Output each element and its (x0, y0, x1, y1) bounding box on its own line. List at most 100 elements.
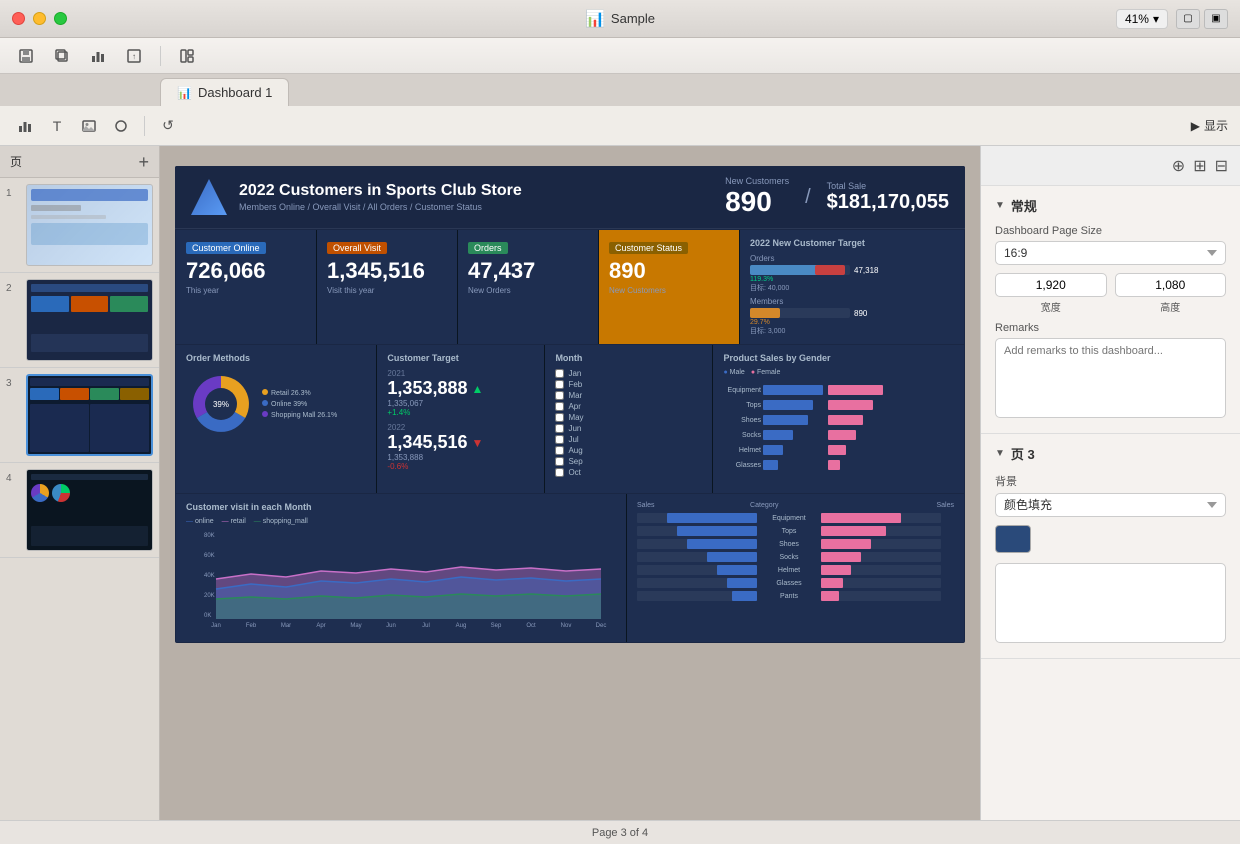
page-item-1[interactable]: 1 (0, 178, 159, 273)
svg-text:↑: ↑ (132, 52, 136, 61)
page3-section-header[interactable]: ▼ 页 3 (995, 444, 1226, 463)
view-split-icon[interactable]: ▣ (1204, 9, 1228, 29)
kpi-sub-visit: Visit this year (327, 286, 447, 295)
canvas-area[interactable]: 2022 Customers in Sports Club Store Memb… (160, 146, 980, 820)
kpi-label-orders: Orders (468, 242, 508, 254)
page-number-1: 1 (6, 188, 20, 199)
display-button[interactable]: ▶ 显示 (1191, 117, 1228, 134)
page-number-4: 4 (6, 473, 20, 484)
shape-tool[interactable] (108, 113, 134, 139)
height-field-group: 高度 (1115, 273, 1227, 314)
bot-section: Customer visit in each Month — online — … (176, 494, 964, 642)
chevron-down-icon: ▾ (1153, 12, 1159, 26)
year-2021: 2021 (387, 369, 534, 378)
month-aug-check[interactable] (555, 446, 564, 455)
members-value: 890 (854, 309, 867, 318)
kpi-value-online: 726,066 (186, 258, 306, 284)
order-methods-title: Order Methods (186, 353, 366, 363)
kpi-sub-online: This year (186, 286, 306, 295)
width-input[interactable] (995, 273, 1107, 297)
svg-text:80K: 80K (204, 533, 215, 539)
mid-section: Order Methods 39% Retail 26.3% (176, 345, 964, 493)
svg-text:Glasses: Glasses (736, 462, 762, 469)
save-button[interactable] (12, 42, 40, 70)
page-item-4[interactable]: 4 (0, 463, 159, 558)
gender-chart-row-glasses: Glasses (637, 578, 954, 588)
page-thumb-2 (26, 279, 153, 361)
grid-icon[interactable]: ⊟ (1215, 156, 1228, 176)
general-section-header[interactable]: ▼ 常规 (995, 196, 1226, 215)
height-input[interactable] (1115, 273, 1227, 297)
svg-text:40K: 40K (204, 573, 215, 579)
page-number-2: 2 (6, 283, 20, 294)
minimize-button[interactable] (33, 12, 46, 25)
month-jun-check[interactable] (555, 424, 564, 433)
layout-button[interactable] (173, 42, 201, 70)
month-jul-check[interactable] (555, 435, 564, 444)
month-oct-check[interactable] (555, 468, 564, 477)
value-2022: 1,345,516 (387, 432, 467, 453)
svg-text:0K: 0K (204, 613, 211, 619)
tab-icon: 📊 (177, 86, 192, 100)
visit-legend: — online — retail — shopping_mall (186, 518, 616, 525)
kpi-sub-status: New Customers (609, 286, 729, 295)
3d-icon[interactable]: ⊕ (1172, 156, 1185, 176)
page-item-3[interactable]: 3 (0, 368, 159, 463)
svg-text:60K: 60K (204, 553, 215, 559)
pages-panel: 页 + 1 2 (0, 146, 160, 820)
general-section: ▼ 常规 Dashboard Page Size 16:9 4:3 Custom… (981, 186, 1240, 434)
month-sep-check[interactable] (555, 457, 564, 466)
svg-text:39%: 39% (213, 400, 229, 409)
svg-text:May: May (350, 623, 361, 629)
total-sale-stat: Total Sale $181,170,055 (827, 181, 949, 214)
export-button[interactable]: ↑ (120, 42, 148, 70)
members-target: 目标: 3,000 (750, 326, 954, 336)
orders-value: 47,318 (854, 266, 878, 275)
gender-chart-row-helmet: Helmet (637, 565, 954, 575)
refresh-button[interactable]: ↺ (155, 113, 181, 139)
page-size-label: Dashboard Page Size (995, 225, 1226, 237)
pages-header: 页 + (0, 146, 159, 178)
page-note-textarea[interactable] (995, 563, 1226, 643)
dashboard-tab[interactable]: 📊 Dashboard 1 (160, 78, 289, 106)
background-select[interactable]: 颜色填充 图片填充 无 (995, 493, 1226, 517)
canvas-toolbar: T ↺ ▶ 显示 (0, 106, 1240, 146)
month-jan-check[interactable] (555, 369, 564, 378)
status-text: Page 3 of 4 (592, 827, 648, 839)
chart-button[interactable] (84, 42, 112, 70)
kpi-label-online: Customer Online (186, 242, 266, 254)
trend-2021-icon: ▲ (472, 382, 484, 396)
bar-chart-tool[interactable] (12, 113, 38, 139)
page-item-2[interactable]: 2 (0, 273, 159, 368)
dimensions-row: 宽度 高度 (995, 273, 1226, 314)
view-single-icon[interactable]: ▢ (1176, 9, 1200, 29)
pct-2022: -0.6% (387, 462, 534, 471)
svg-text:Jun: Jun (386, 623, 396, 629)
page-size-select[interactable]: 16:9 4:3 Custom (995, 241, 1226, 265)
display-icon: ▶ (1191, 119, 1200, 133)
add-page-button[interactable]: + (138, 153, 149, 171)
kpi-value-status: 890 (609, 258, 729, 284)
month-feb-check[interactable] (555, 380, 564, 389)
duplicate-button[interactable] (48, 42, 76, 70)
pct-change: +1.4% (387, 408, 534, 417)
maximize-button[interactable] (54, 12, 67, 25)
toolbar2-separator (144, 116, 145, 136)
page3-title: 页 3 (1011, 444, 1035, 463)
zoom-control[interactable]: 41% ▾ (1116, 9, 1168, 29)
month-mar-check[interactable] (555, 391, 564, 400)
page3-arrow-icon: ▼ (995, 448, 1005, 459)
kpi-target: 2022 New Customer Target Orders 47,318 1… (740, 230, 964, 344)
bg-color-swatch[interactable] (995, 525, 1031, 553)
month-may-check[interactable] (555, 413, 564, 422)
close-button[interactable] (12, 12, 25, 25)
image-tool[interactable] (76, 113, 102, 139)
dashboard-preview: 2022 Customers in Sports Club Store Memb… (175, 166, 965, 643)
text-tool[interactable]: T (44, 113, 70, 139)
month-apr-check[interactable] (555, 402, 564, 411)
month-title: Month (555, 353, 702, 363)
toolbar-separator (160, 46, 161, 66)
layout-icon[interactable]: ⊞ (1193, 156, 1206, 176)
remarks-textarea[interactable] (995, 338, 1226, 418)
dash-title: 2022 Customers in Sports Club Store (239, 182, 713, 200)
